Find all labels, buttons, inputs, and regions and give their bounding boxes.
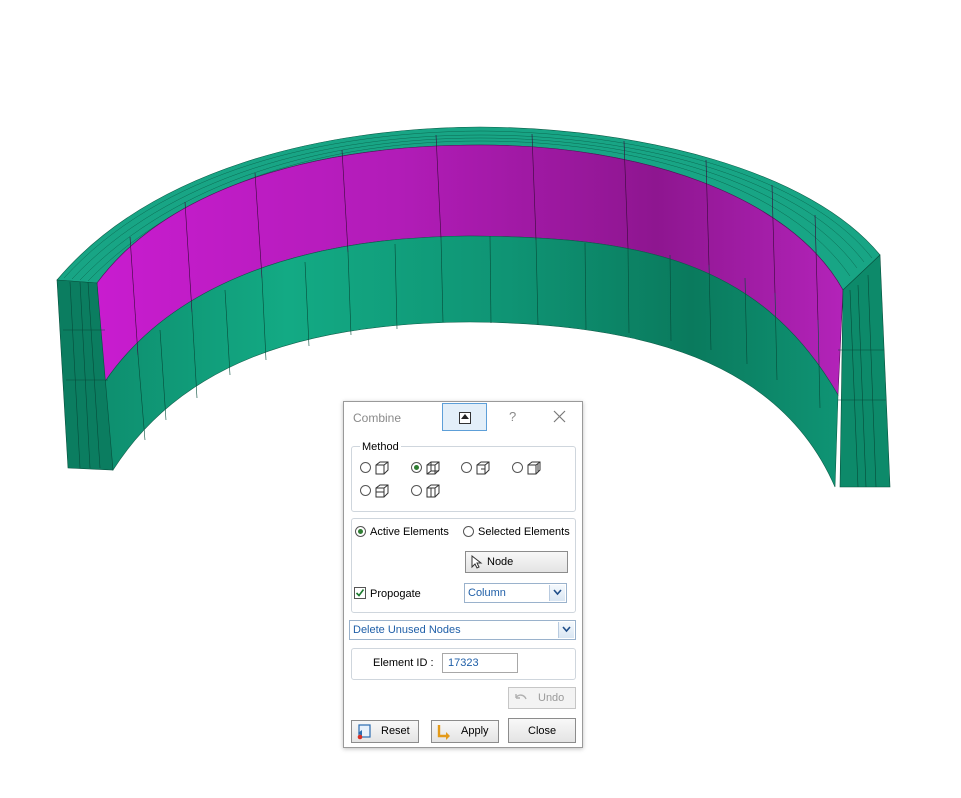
method-radio-6[interactable]	[411, 485, 422, 496]
propagate-select-value: Column	[468, 587, 506, 599]
apply-button-label: Apply	[461, 725, 489, 737]
cube-method-1-icon	[375, 461, 389, 475]
reset-button[interactable]: Reset	[351, 720, 419, 743]
apply-arrow-icon	[437, 725, 450, 740]
cube-method-2-icon	[426, 461, 440, 475]
propagate-label[interactable]: Propogate	[370, 588, 421, 600]
undo-button[interactable]: Undo	[508, 687, 576, 709]
method-radio-1[interactable]	[360, 462, 371, 473]
reset-icon	[357, 724, 371, 740]
method-radio-2[interactable]	[411, 462, 422, 473]
method-label: Method	[360, 441, 401, 453]
element-id-value: 17323	[448, 657, 479, 669]
selected-elements-radio[interactable]	[463, 526, 474, 537]
method-group	[351, 446, 576, 512]
active-elements-radio[interactable]	[355, 526, 366, 537]
dialog-titlebar[interactable]: Combine ?	[344, 402, 582, 433]
unused-nodes-select[interactable]: Delete Unused Nodes	[349, 620, 576, 640]
close-button-label: Close	[528, 725, 557, 737]
collapse-dialog-button[interactable]	[442, 403, 487, 431]
undo-icon	[515, 694, 527, 700]
node-button-label: Node	[487, 556, 514, 568]
active-elements-label[interactable]: Active Elements	[370, 526, 449, 538]
element-id-input[interactable]: 17323	[442, 653, 518, 673]
undo-button-label: Undo	[538, 692, 565, 704]
checkmark-icon	[355, 589, 365, 597]
propagate-select[interactable]: Column	[464, 583, 567, 603]
chevron-down-icon	[549, 585, 565, 601]
unused-nodes-select-value: Delete Unused Nodes	[353, 624, 461, 636]
method-radio-5[interactable]	[360, 485, 371, 496]
combine-dialog: Combine ? Method Active Elements Selecte…	[343, 401, 583, 748]
method-radio-3[interactable]	[461, 462, 472, 473]
collapse-triangle-icon	[461, 414, 469, 419]
propagate-checkbox[interactable]	[354, 587, 366, 599]
mesh-right-end	[839, 254, 891, 488]
close-icon[interactable]	[552, 406, 568, 426]
selected-elements-label[interactable]: Selected Elements	[478, 526, 570, 538]
method-radio-4[interactable]	[512, 462, 523, 473]
chevron-down-icon	[558, 622, 574, 638]
cube-method-3-icon	[476, 461, 490, 475]
dialog-title: Combine	[353, 411, 402, 425]
cube-method-6-icon	[426, 484, 440, 498]
apply-button[interactable]: Apply	[431, 720, 499, 743]
reset-button-label: Reset	[381, 725, 410, 737]
element-id-label: Element ID :	[373, 657, 434, 669]
cube-method-5-icon	[375, 484, 389, 498]
close-button[interactable]: Close	[508, 718, 576, 743]
cube-method-4-icon	[527, 461, 541, 475]
node-button[interactable]: Node	[465, 551, 568, 573]
help-button[interactable]: ?	[509, 409, 516, 424]
cursor-arrow-icon	[471, 555, 483, 569]
